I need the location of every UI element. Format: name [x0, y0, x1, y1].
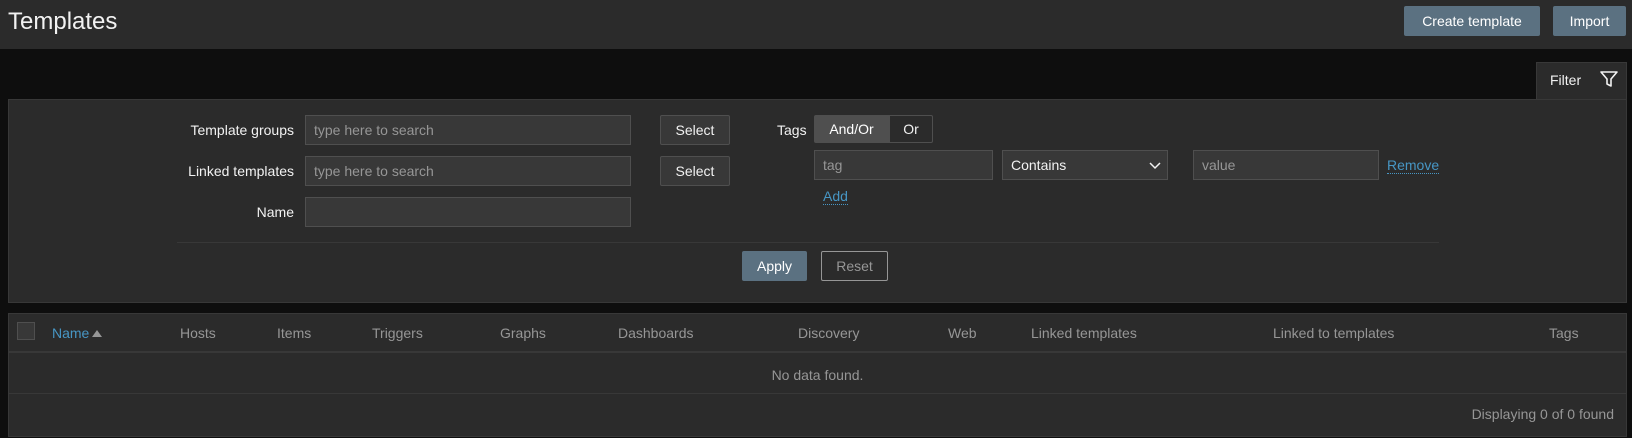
import-button[interactable]: Import: [1553, 6, 1626, 36]
templates-table: Name Hosts Items Triggers Graphs Dashboa…: [8, 313, 1627, 437]
column-name-label: Name: [52, 325, 90, 341]
column-header-linked-templates: Linked templates: [1031, 325, 1137, 341]
template-groups-input[interactable]: [305, 115, 631, 145]
name-input[interactable]: [305, 197, 631, 227]
tag-operator-select[interactable]: Contains: [1002, 150, 1168, 180]
column-header-discovery: Discovery: [798, 325, 860, 341]
remove-tag-link[interactable]: Remove: [1387, 157, 1440, 174]
tag-name-input[interactable]: [814, 150, 993, 180]
filter-divider: [177, 242, 1439, 243]
table-row: No data found.: [9, 355, 1626, 394]
tags-or-toggle[interactable]: Or: [889, 115, 933, 143]
tag-value-input[interactable]: [1193, 150, 1379, 180]
apply-button[interactable]: Apply: [742, 251, 807, 281]
column-header-dashboards: Dashboards: [618, 325, 694, 341]
column-header-tags: Tags: [1549, 325, 1579, 341]
paging-info: Displaying 0 of 0 found: [1471, 406, 1614, 422]
sort-ascending-icon: [92, 330, 103, 337]
table-header: Name Hosts Items Triggers Graphs Dashboa…: [9, 314, 1626, 353]
filter-tab[interactable]: Filter: [1536, 62, 1627, 99]
filter-icon: [1600, 71, 1618, 87]
column-header-graphs: Graphs: [500, 325, 546, 341]
filter-panel: Template groups Select Linked templates …: [8, 99, 1627, 303]
template-groups-select-button[interactable]: Select: [660, 115, 730, 145]
page-header: Templates Create template Import: [0, 0, 1632, 49]
column-header-name[interactable]: Name: [52, 325, 103, 341]
column-header-items: Items: [277, 325, 312, 341]
template-groups-label: Template groups: [190, 122, 294, 138]
linked-templates-select-button[interactable]: Select: [660, 156, 730, 186]
column-header-linked-to-templates: Linked to templates: [1273, 325, 1395, 341]
add-tag-link[interactable]: Add: [823, 188, 848, 205]
no-data-message: No data found.: [771, 367, 864, 383]
select-all-checkbox[interactable]: [17, 322, 35, 340]
name-label: Name: [256, 204, 294, 220]
column-header-web: Web: [948, 325, 977, 341]
linked-templates-input[interactable]: [305, 156, 631, 186]
tags-and-or-toggle[interactable]: And/Or: [814, 115, 889, 143]
tag-operator-value: Contains: [1011, 157, 1067, 173]
filter-tab-label: Filter: [1550, 72, 1582, 88]
chevron-down-icon: [1149, 162, 1161, 170]
create-template-button[interactable]: Create template: [1404, 6, 1540, 36]
linked-templates-label: Linked templates: [188, 163, 294, 179]
reset-button[interactable]: Reset: [821, 251, 888, 281]
column-header-hosts: Hosts: [180, 325, 216, 341]
page-title: Templates: [8, 8, 118, 35]
column-header-triggers: Triggers: [372, 325, 423, 341]
